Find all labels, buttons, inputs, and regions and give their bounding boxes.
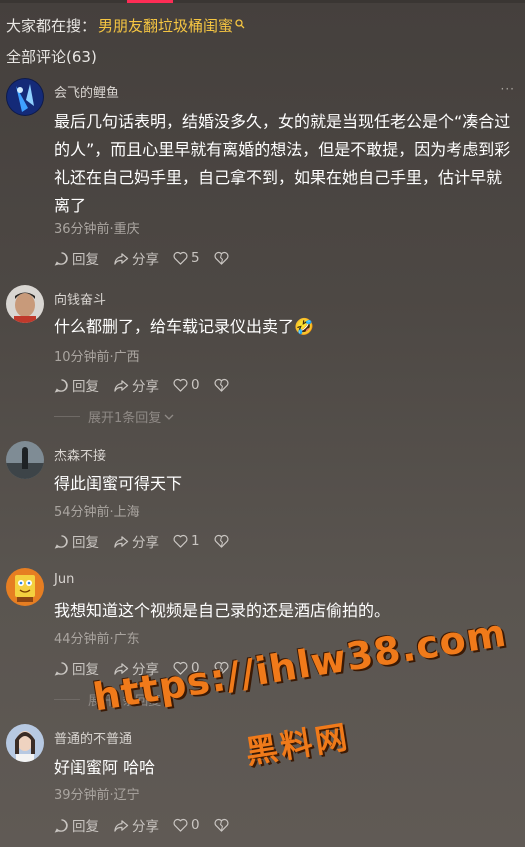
like-count: 1	[191, 533, 200, 549]
reply-button[interactable]: 回复	[54, 375, 99, 395]
reply-label: 回复	[72, 819, 99, 835]
hot-search-term[interactable]: 男朋友翻垃圾桶闺蜜	[98, 15, 233, 36]
share-label: 分享	[132, 662, 159, 678]
reply-label: 回复	[72, 252, 99, 268]
heart-icon	[173, 378, 188, 392]
share-label: 分享	[132, 252, 159, 268]
share-icon	[114, 535, 129, 548]
reply-icon	[54, 661, 68, 676]
divider	[54, 699, 80, 700]
reply-icon	[54, 378, 68, 393]
share-icon	[114, 379, 129, 392]
like-button[interactable]: 1	[173, 533, 200, 549]
broken-heart-icon	[214, 661, 229, 675]
like-count: 0	[191, 817, 200, 833]
expand-replies-label: 展开1条回复	[88, 411, 162, 426]
share-icon	[114, 819, 129, 832]
share-label: 分享	[132, 535, 159, 551]
comment-text: 什么都删了，给车载记录仪出卖了🤣	[54, 317, 314, 336]
comments-count-heading: 全部评论(63)	[6, 48, 97, 66]
more-options-icon[interactable]: ···	[501, 82, 515, 96]
broken-heart-icon	[214, 818, 229, 832]
comment-username[interactable]: 普通的不普通	[54, 728, 132, 747]
avatar[interactable]	[6, 285, 44, 323]
comment-actions: 回复 分享 5	[54, 248, 246, 268]
heart-icon	[173, 251, 188, 265]
comment-meta: 36分钟前·重庆	[54, 222, 140, 237]
like-count: 0	[191, 660, 200, 676]
hot-search-label: 大家都在搜：	[6, 16, 97, 35]
comment-username[interactable]: 会飞的鲤鱼	[54, 82, 119, 101]
reply-label: 回复	[72, 535, 99, 551]
share-button[interactable]: 分享	[113, 815, 159, 835]
chevron-down-icon	[164, 697, 174, 703]
share-icon	[114, 662, 129, 675]
reply-icon	[54, 818, 68, 833]
comment-actions: 回复 分享 0	[54, 375, 246, 395]
heart-icon	[173, 661, 188, 675]
heart-icon	[173, 534, 188, 548]
comment-meta: 44分钟前·广东	[54, 632, 140, 647]
expand-replies-button[interactable]: 展开1条回复	[54, 407, 175, 426]
active-indicator	[127, 0, 173, 3]
search-icon	[235, 18, 245, 32]
dislike-button[interactable]	[214, 818, 232, 832]
avatar[interactable]	[6, 78, 44, 116]
share-icon	[114, 252, 129, 265]
share-button[interactable]: 分享	[113, 531, 159, 551]
reply-label: 回复	[72, 662, 99, 678]
comment-text: 得此闺蜜可得天下	[54, 474, 183, 493]
reply-button[interactable]: 回复	[54, 248, 99, 268]
comment-actions: 回复 分享 0	[54, 815, 246, 835]
dislike-button[interactable]	[214, 661, 232, 675]
comment-meta: 10分钟前·广西	[54, 350, 140, 365]
comment-username[interactable]: 杰森不接	[54, 445, 106, 464]
share-label: 分享	[132, 379, 159, 395]
avatar[interactable]	[6, 441, 44, 479]
reply-icon	[54, 251, 68, 266]
share-button[interactable]: 分享	[113, 658, 159, 678]
avatar[interactable]	[6, 724, 44, 762]
share-button[interactable]: 分享	[113, 248, 159, 268]
comment-username[interactable]: 向钱奋斗	[54, 289, 106, 308]
comment-meta: 39分钟前·辽宁	[54, 788, 140, 803]
expand-replies-label: 展开1条回复	[88, 694, 162, 709]
comment-actions: 回复 分享 1	[54, 531, 246, 551]
reply-label: 回复	[72, 379, 99, 395]
like-button[interactable]: 0	[173, 660, 200, 676]
comment-meta: 54分钟前·上海	[54, 505, 140, 520]
like-count: 0	[191, 377, 200, 393]
comment-text: 最后几句话表明，结婚没多久，女的就是当现任老公是个“凑合过的人”，而且心里早就有…	[54, 112, 511, 215]
top-progress-bar	[0, 0, 525, 3]
reply-icon	[54, 534, 68, 549]
hot-search-banner[interactable]: 大家都在搜： 男朋友翻垃圾桶闺蜜	[6, 14, 245, 36]
like-count: 5	[191, 250, 200, 266]
broken-heart-icon	[214, 534, 229, 548]
heart-icon	[173, 818, 188, 832]
comment-actions: 回复 分享 0	[54, 658, 246, 678]
broken-heart-icon	[214, 378, 229, 392]
chevron-down-icon	[164, 414, 174, 420]
like-button[interactable]: 0	[173, 377, 200, 393]
expand-replies-button[interactable]: 展开1条回复	[54, 690, 175, 709]
comment-text: 好闺蜜阿 哈哈	[54, 758, 156, 777]
share-label: 分享	[132, 819, 159, 835]
like-button[interactable]: 0	[173, 817, 200, 833]
share-button[interactable]: 分享	[113, 375, 159, 395]
comment-text: 我想知道这个视频是自己录的还是酒店偷拍的。	[54, 601, 391, 620]
broken-heart-icon	[214, 251, 229, 265]
avatar[interactable]	[6, 568, 44, 606]
divider	[54, 416, 80, 417]
dislike-button[interactable]	[214, 378, 232, 392]
dislike-button[interactable]	[214, 251, 232, 265]
like-button[interactable]: 5	[173, 250, 200, 266]
reply-button[interactable]: 回复	[54, 658, 99, 678]
dislike-button[interactable]	[214, 534, 232, 548]
reply-button[interactable]: 回复	[54, 531, 99, 551]
reply-button[interactable]: 回复	[54, 815, 99, 835]
comment-username[interactable]: Jun	[54, 572, 74, 587]
